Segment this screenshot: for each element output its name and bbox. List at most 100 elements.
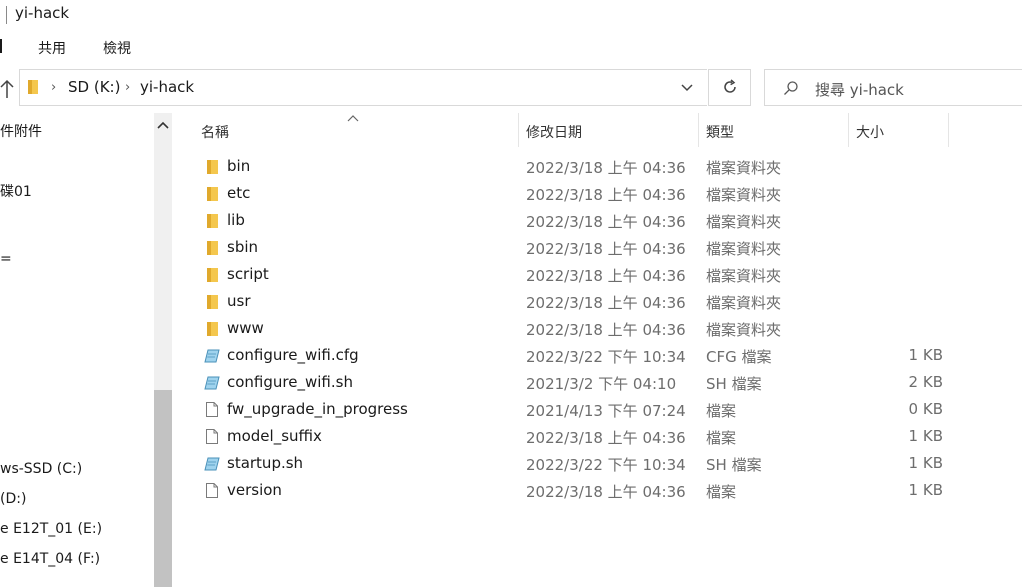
folder-icon [204, 293, 220, 310]
blank-file-icon [204, 401, 220, 418]
search-icon [784, 81, 798, 95]
file-size: 1 KB [908, 481, 943, 499]
nav-item-drive-f[interactable]: e E14T_04 (F:) [0, 551, 100, 567]
nav-item-drive-e[interactable]: e E12T_01 (E:) [0, 521, 102, 537]
file-date: 2022/3/18 上午 04:36 [526, 159, 686, 177]
column-divider[interactable] [948, 113, 949, 147]
breadcrumb-sd[interactable]: SD (K:) [68, 78, 120, 96]
file-row[interactable]: usr 2022/3/18 上午 04:36 檔案資料夾 [196, 288, 956, 315]
script-file-icon [204, 374, 220, 391]
file-date: 2022/3/18 上午 04:36 [526, 186, 686, 204]
file-type: 檔案 [706, 402, 737, 420]
column-divider[interactable] [848, 113, 849, 147]
file-name: usr [227, 292, 251, 310]
nav-item-truncated[interactable]: = [0, 251, 12, 267]
file-type: 檔案資料夾 [706, 267, 782, 285]
scroll-up-icon[interactable] [154, 113, 172, 137]
file-size: 1 KB [908, 346, 943, 364]
ribbon-tab-share[interactable]: 共用 [38, 38, 66, 58]
file-row[interactable]: startup.sh 2022/3/22 下午 10:34 SH 檔案 1 KB [196, 450, 956, 477]
file-row[interactable]: bin 2022/3/18 上午 04:36 檔案資料夾 [196, 153, 956, 180]
column-divider[interactable] [518, 113, 519, 147]
file-type: 檔案 [706, 429, 737, 447]
file-type: CFG 檔案 [706, 348, 772, 366]
file-row[interactable]: fw_upgrade_in_progress 2021/4/13 下午 07:24… [196, 396, 956, 423]
sort-ascending-icon [347, 115, 359, 122]
file-name: www [227, 319, 264, 337]
chevron-right-icon[interactable]: › [125, 80, 130, 95]
file-row[interactable]: etc 2022/3/18 上午 04:36 檔案資料夾 [196, 180, 956, 207]
folder-icon [204, 185, 220, 202]
file-date: 2022/3/18 上午 04:36 [526, 321, 686, 339]
file-name: lib [227, 211, 245, 229]
file-name: bin [227, 157, 251, 175]
nav-item-drive-d[interactable]: (D:) [0, 491, 26, 507]
file-type: 檔案資料夾 [706, 186, 782, 204]
file-name: version [227, 481, 282, 499]
search-input[interactable]: 搜尋 yi-hack [815, 79, 904, 100]
file-size: 1 KB [908, 427, 943, 445]
file-row[interactable]: version 2022/3/18 上午 04:36 檔案 1 KB [196, 477, 956, 504]
file-row[interactable]: configure_wifi.cfg 2022/3/22 下午 10:34 CFG … [196, 342, 956, 369]
file-name: sbin [227, 238, 259, 256]
blank-file-icon [204, 428, 220, 445]
address-bar[interactable] [19, 69, 707, 106]
file-date: 2022/3/18 上午 04:36 [526, 240, 686, 258]
up-arrow-icon[interactable] [0, 78, 14, 100]
file-row[interactable]: model_suffix 2022/3/18 上午 04:36 檔案 1 KB [196, 423, 956, 450]
refresh-icon[interactable] [722, 79, 738, 95]
column-divider[interactable] [698, 113, 699, 147]
file-date: 2022/3/18 上午 04:36 [526, 267, 686, 285]
file-size: 1 KB [908, 454, 943, 472]
chevron-down-icon[interactable] [680, 80, 694, 94]
chevron-right-icon[interactable]: › [51, 80, 56, 95]
ribbon-tab-view[interactable]: 檢視 [103, 38, 131, 58]
file-type: 檔案資料夾 [706, 159, 782, 177]
title-separator [6, 6, 7, 24]
file-name: configure_wifi.cfg [227, 346, 359, 364]
ribbon-partial-glyph [0, 39, 2, 53]
scrollbar-thumb[interactable] [154, 390, 172, 587]
folder-icon [204, 239, 220, 256]
file-name: fw_upgrade_in_progress [227, 400, 408, 418]
file-size: 0 KB [908, 400, 943, 418]
file-date: 2022/3/18 上午 04:36 [526, 429, 686, 447]
script-file-icon [204, 455, 220, 472]
folder-icon [204, 158, 220, 175]
column-header-date[interactable]: 修改日期 [526, 122, 582, 142]
file-date: 2022/3/22 下午 10:34 [526, 348, 686, 366]
blank-file-icon [204, 482, 220, 499]
file-date: 2022/3/18 上午 04:36 [526, 483, 686, 501]
file-date: 2022/3/18 上午 04:36 [526, 294, 686, 312]
file-row[interactable]: script 2022/3/18 上午 04:36 檔案資料夾 [196, 261, 956, 288]
file-size: 2 KB [908, 373, 943, 391]
file-type: 檔案資料夾 [706, 321, 782, 339]
nav-item-disc01[interactable]: 碟01 [0, 181, 32, 201]
nav-item-clipped[interactable] [0, 578, 40, 587]
column-header-name[interactable]: 名稱 [201, 122, 229, 142]
folder-icon [204, 212, 220, 229]
file-name: etc [227, 184, 251, 202]
nav-item-attachments[interactable]: 件附件 [0, 121, 42, 141]
file-row[interactable]: www 2022/3/18 上午 04:36 檔案資料夾 [196, 315, 956, 342]
file-type: 檔案資料夾 [706, 294, 782, 312]
column-header-size[interactable]: 大小 [856, 122, 884, 142]
window-title: yi-hack [15, 4, 70, 22]
file-row[interactable]: lib 2022/3/18 上午 04:36 檔案資料夾 [196, 207, 956, 234]
nav-item-drive-c[interactable]: ws-SSD (C:) [0, 461, 82, 477]
file-type: SH 檔案 [706, 456, 762, 474]
file-date: 2021/3/2 下午 04:10 [526, 375, 677, 393]
file-name: model_suffix [227, 427, 322, 445]
folder-icon [28, 80, 38, 94]
breadcrumb-yi-hack[interactable]: yi-hack [140, 78, 194, 96]
file-date: 2022/3/18 上午 04:36 [526, 213, 686, 231]
column-header-type[interactable]: 類型 [706, 122, 734, 142]
file-type: SH 檔案 [706, 375, 762, 393]
file-row[interactable]: sbin 2022/3/18 上午 04:36 檔案資料夾 [196, 234, 956, 261]
file-row[interactable]: configure_wifi.sh 2021/3/2 下午 04:10 SH 檔案 2… [196, 369, 956, 396]
file-name: startup.sh [227, 454, 304, 472]
script-file-icon [204, 347, 220, 364]
file-type: 檔案資料夾 [706, 213, 782, 231]
folder-icon [204, 320, 220, 337]
folder-icon [204, 266, 220, 283]
